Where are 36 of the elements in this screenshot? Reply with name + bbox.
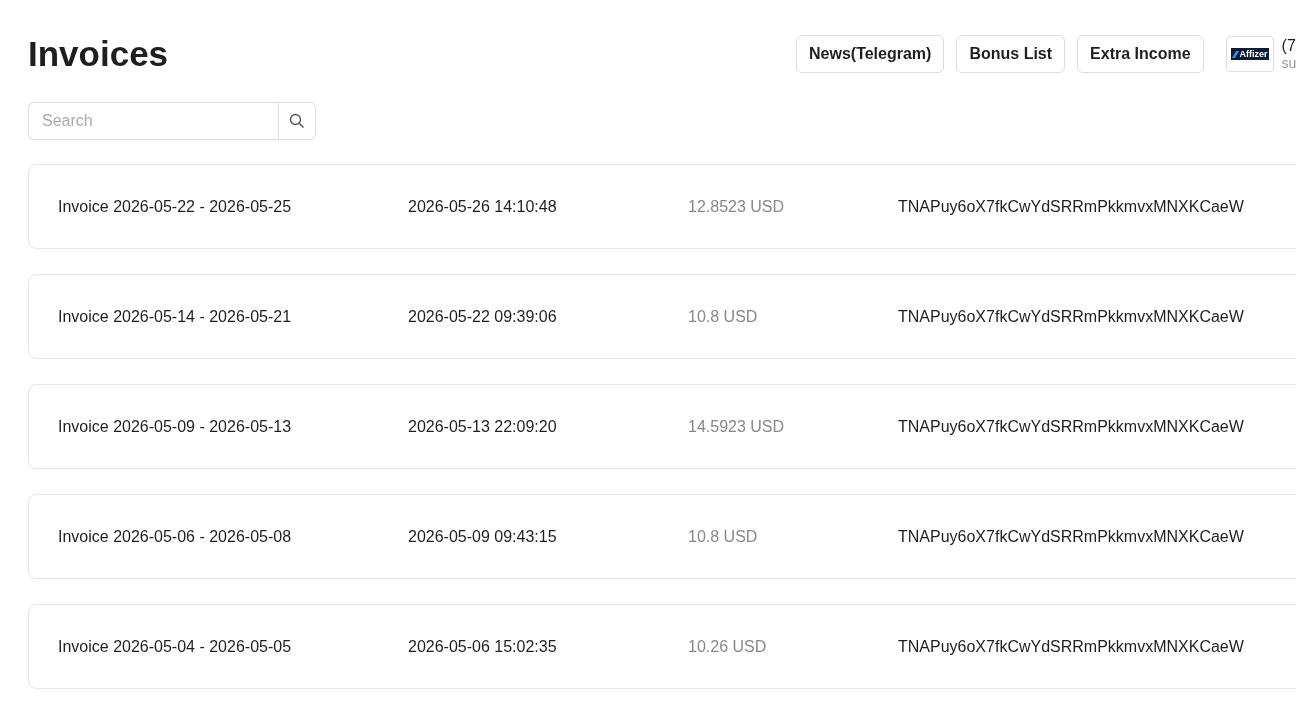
- invoice-card[interactable]: Invoice 2026-05-04 - 2026-05-05 2026-05-06 15:02:35 10.26 USD TNAPuy6oX7fkCwYdSRRmPkkmvxMNXKCaeW: [28, 604, 1296, 689]
- invoice-date: 2026-05-09 09:43:15: [408, 527, 558, 546]
- invoice-date: 2026-05-06 15:02:35: [408, 637, 558, 656]
- search-field[interactable]: Search: [28, 102, 278, 140]
- logo-mark-icon: [1231, 50, 1239, 58]
- header-button[interactable]: Extra Income: [1077, 35, 1204, 73]
- page-title: Invoices: [28, 34, 169, 74]
- search-icon: [289, 113, 305, 129]
- invoice-amount: 10.26 USD: [688, 637, 768, 656]
- account-logo[interactable]: Affizer: [1225, 36, 1274, 72]
- invoice-name: Invoice 2026-05-09 - 2026-05-13: [58, 417, 293, 436]
- wallet-address: TNAPuy6oX7fkCwYdSRRmPkkmvxMNXKCaeW: [898, 527, 1244, 546]
- account-name: (7: [1281, 37, 1296, 55]
- invoice-name: Invoice 2026-05-06 - 2026-05-08: [58, 527, 293, 546]
- invoice-amount: 10.8 USD: [688, 527, 759, 546]
- invoice-name: Invoice 2026-05-04 - 2026-05-05: [58, 637, 293, 656]
- wallet-address: TNAPuy6oX7fkCwYdSRRmPkkmvxMNXKCaeW: [898, 307, 1244, 326]
- search-button[interactable]: [278, 102, 316, 140]
- invoice-amount: 12.8523 USD: [688, 197, 786, 216]
- invoice-card[interactable]: Invoice 2026-05-14 - 2026-05-21 2026-05-22 09:39:06 10.8 USD TNAPuy6oX7fkCwYdSRRmPkkmvxMNXKCaeW: [28, 274, 1296, 359]
- invoice-name: Invoice 2026-05-22 - 2026-05-25: [58, 197, 293, 216]
- wallet-address: TNAPuy6oX7fkCwYdSRRmPkkmvxMNXKCaeW: [898, 417, 1244, 436]
- wallet-address: TNAPuy6oX7fkCwYdSRRmPkkmvxMNXKCaeW: [898, 637, 1244, 656]
- invoice-card[interactable]: Invoice 2026-05-06 - 2026-05-08 2026-05-09 09:43:15 10.8 USD TNAPuy6oX7fkCwYdSRRmPkkmvxMNXKCaeW: [28, 494, 1296, 579]
- header-button[interactable]: News(Telegram): [796, 35, 945, 73]
- account-subtitle: su: [1281, 55, 1296, 71]
- invoice-amount: 10.8 USD: [688, 307, 759, 326]
- invoice-card[interactable]: Invoice 2026-05-09 - 2026-05-13 2026-05-13 22:09:20 14.5923 USD TNAPuy6oX7fkCwYdSRRmPkkmvxMNXKCaeW: [28, 384, 1296, 469]
- wallet-address: TNAPuy6oX7fkCwYdSRRmPkkmvxMNXKCaeW: [898, 197, 1244, 216]
- invoice-date: 2026-05-26 14:10:48: [408, 197, 558, 216]
- invoice-date: 2026-05-13 22:09:20: [408, 417, 558, 436]
- invoice-amount: 14.5923 USD: [688, 417, 786, 436]
- invoice-name: Invoice 2026-05-14 - 2026-05-21: [58, 307, 293, 326]
- invoice-date: 2026-05-22 09:39:06: [408, 307, 558, 326]
- invoice-card[interactable]: Invoice 2026-05-22 - 2026-05-25 2026-05-26 14:10:48 12.8523 USD TNAPuy6oX7fkCwYdSRRmPkkmvxMNXKCaeW: [28, 164, 1296, 249]
- header-button[interactable]: Bonus List: [956, 35, 1066, 73]
